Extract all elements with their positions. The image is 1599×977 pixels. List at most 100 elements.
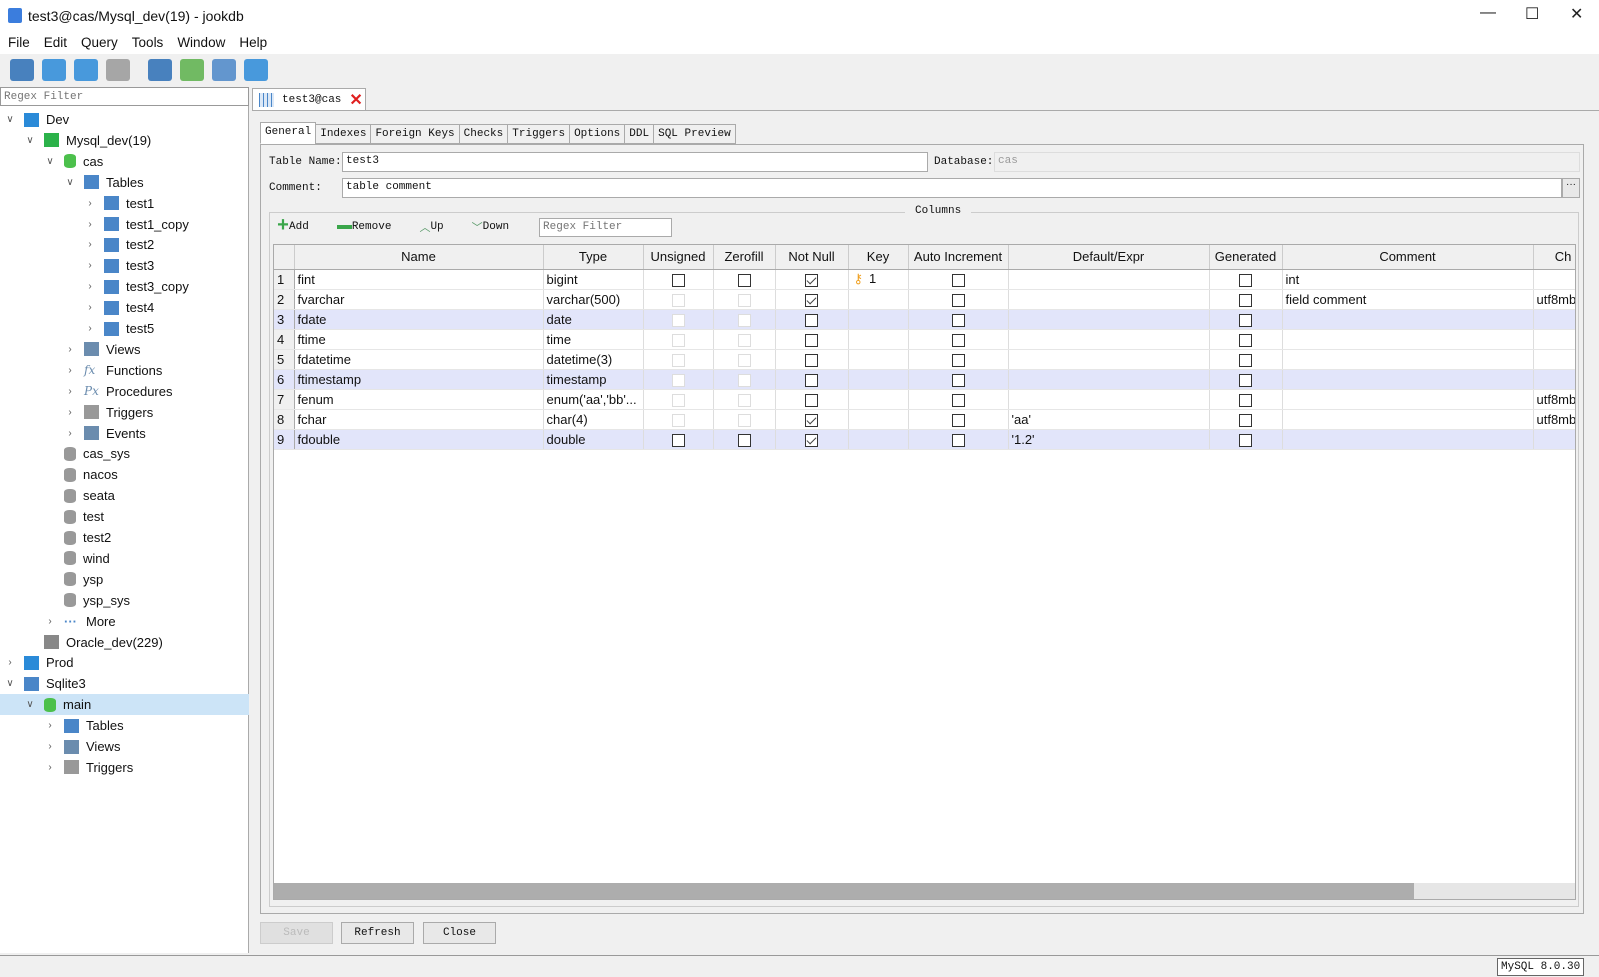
default-cell[interactable] bbox=[1008, 329, 1210, 350]
gen-checkbox[interactable] bbox=[1239, 333, 1252, 347]
menu-tools[interactable]: Tools bbox=[132, 35, 164, 50]
tree-item[interactable]: ∨ cas bbox=[0, 151, 249, 172]
chevron-right-icon[interactable]: › bbox=[84, 302, 96, 313]
key-cell[interactable] bbox=[848, 429, 909, 450]
up-button[interactable]: Up bbox=[430, 221, 443, 233]
tree-item[interactable]: › ··· More bbox=[0, 611, 249, 632]
tree-item[interactable]: › test5 bbox=[0, 318, 249, 339]
name-cell[interactable]: fchar bbox=[294, 409, 544, 430]
ai-checkbox[interactable] bbox=[951, 333, 965, 347]
column-header[interactable]: Generated bbox=[1209, 245, 1283, 270]
chevron-right-icon[interactable]: › bbox=[64, 407, 76, 418]
ai-checkbox[interactable] bbox=[951, 313, 965, 327]
charset-cell[interactable]: utf8mb bbox=[1533, 289, 1575, 310]
column-header[interactable]: Type bbox=[543, 245, 644, 270]
gen-checkbox[interactable] bbox=[1239, 293, 1252, 307]
close-window-button[interactable]: ✕ bbox=[1570, 4, 1583, 24]
name-cell[interactable]: fvarchar bbox=[294, 289, 544, 310]
zerofill-checkbox[interactable] bbox=[737, 273, 751, 287]
key-cell[interactable] bbox=[848, 349, 909, 370]
menu-window[interactable]: Window bbox=[177, 35, 225, 50]
chevron-right-icon[interactable]: › bbox=[64, 344, 76, 355]
charset-cell[interactable] bbox=[1533, 429, 1575, 450]
type-cell[interactable]: char(4) bbox=[543, 409, 644, 430]
chevron-right-icon[interactable]: › bbox=[64, 428, 76, 439]
unsigned-checkbox[interactable] bbox=[671, 433, 685, 447]
default-cell[interactable] bbox=[1008, 289, 1210, 310]
tree-item[interactable]: ∨ Tables bbox=[0, 172, 249, 193]
gen-checkbox[interactable] bbox=[1239, 433, 1252, 447]
notnull-checkbox[interactable] bbox=[805, 293, 818, 307]
column-header[interactable]: Key bbox=[848, 245, 909, 270]
chevron-right-icon[interactable]: › bbox=[44, 741, 56, 752]
chevron-right-icon[interactable]: › bbox=[84, 281, 96, 292]
column-header[interactable]: Name bbox=[294, 245, 544, 270]
chevron-right-icon[interactable]: › bbox=[84, 260, 96, 271]
gen-checkbox[interactable] bbox=[1239, 313, 1252, 327]
name-cell[interactable]: fdate bbox=[294, 309, 544, 330]
scrollbar-thumb[interactable] bbox=[274, 883, 1414, 899]
gen-checkbox[interactable] bbox=[1239, 413, 1252, 427]
tree-item[interactable]: nacos bbox=[0, 464, 249, 485]
tree-item[interactable]: ∨ Mysql_dev(19) bbox=[0, 130, 249, 151]
ai-checkbox[interactable] bbox=[951, 273, 965, 287]
menu-edit[interactable]: Edit bbox=[44, 35, 67, 50]
wand-icon[interactable] bbox=[212, 59, 236, 81]
key-cell[interactable]: ⚷ 1 bbox=[848, 269, 909, 290]
charset-cell[interactable] bbox=[1533, 349, 1575, 370]
sidebar-filter-input[interactable] bbox=[0, 87, 249, 106]
tree-item[interactable]: › Events bbox=[0, 423, 249, 444]
charset-cell[interactable] bbox=[1533, 329, 1575, 350]
tree-item[interactable]: › fx Functions bbox=[0, 360, 249, 381]
key-cell[interactable] bbox=[848, 369, 909, 390]
save-button[interactable]: Save bbox=[260, 922, 333, 944]
notnull-checkbox[interactable] bbox=[805, 393, 818, 407]
tree-item[interactable]: seata bbox=[0, 485, 249, 506]
name-cell[interactable]: fint bbox=[294, 269, 544, 290]
column-header[interactable]: Default/Expr bbox=[1008, 245, 1210, 270]
tree-item[interactable]: › Triggers bbox=[0, 757, 249, 778]
menu-file[interactable]: File bbox=[8, 35, 30, 50]
charset-cell[interactable]: utf8mb bbox=[1533, 409, 1575, 430]
tree-item[interactable]: cas_sys bbox=[0, 443, 249, 464]
table-row[interactable]: 4 ftime time bbox=[274, 329, 1575, 350]
default-cell[interactable] bbox=[1008, 269, 1210, 290]
tree-item[interactable]: › Views bbox=[0, 736, 249, 757]
ai-checkbox[interactable] bbox=[951, 293, 965, 307]
key-cell[interactable] bbox=[848, 329, 909, 350]
charset-cell[interactable]: utf8mb bbox=[1533, 389, 1575, 410]
name-cell[interactable]: ftime bbox=[294, 329, 544, 350]
name-cell[interactable]: fdatetime bbox=[294, 349, 544, 370]
column-header[interactable]: Auto Increment bbox=[908, 245, 1009, 270]
chevron-right-icon[interactable]: › bbox=[64, 365, 76, 376]
notnull-checkbox[interactable] bbox=[805, 273, 818, 287]
ai-checkbox[interactable] bbox=[951, 393, 965, 407]
comment-cell[interactable] bbox=[1282, 349, 1534, 370]
chevron-right-icon[interactable]: › bbox=[44, 720, 56, 731]
table-name-input[interactable]: test3 bbox=[342, 152, 928, 172]
connect-icon[interactable] bbox=[10, 59, 34, 81]
remove-button[interactable]: Remove bbox=[352, 221, 392, 233]
charset-cell[interactable] bbox=[1533, 309, 1575, 330]
comment-input[interactable]: table comment bbox=[342, 178, 1562, 198]
table-row[interactable]: 7 fenum enum('aa','bb'... utf8mb bbox=[274, 389, 1575, 410]
chevron-down-icon[interactable]: ∨ bbox=[4, 678, 16, 689]
menu-help[interactable]: Help bbox=[239, 35, 267, 50]
ai-checkbox[interactable] bbox=[951, 373, 965, 387]
refresh-button[interactable]: Refresh bbox=[341, 922, 414, 944]
chevron-right-icon[interactable]: › bbox=[64, 386, 76, 397]
charset-cell[interactable] bbox=[1533, 269, 1575, 290]
notnull-checkbox[interactable] bbox=[805, 353, 818, 367]
chevron-right-icon[interactable]: › bbox=[84, 323, 96, 334]
table-row[interactable]: 9 fdouble double '1.2' bbox=[274, 429, 1575, 450]
default-cell[interactable]: '1.2' bbox=[1008, 429, 1210, 450]
ai-checkbox[interactable] bbox=[951, 353, 965, 367]
tree-item[interactable]: ∨ Dev bbox=[0, 109, 249, 130]
tree-item[interactable]: test bbox=[0, 506, 249, 527]
comment-more-button[interactable]: ··· bbox=[1562, 178, 1580, 198]
notnull-checkbox[interactable] bbox=[805, 333, 818, 347]
tree-item[interactable]: › test3_copy bbox=[0, 276, 249, 297]
comment-cell[interactable] bbox=[1282, 429, 1534, 450]
default-cell[interactable] bbox=[1008, 349, 1210, 370]
tree-item[interactable]: › Px Procedures bbox=[0, 381, 249, 402]
